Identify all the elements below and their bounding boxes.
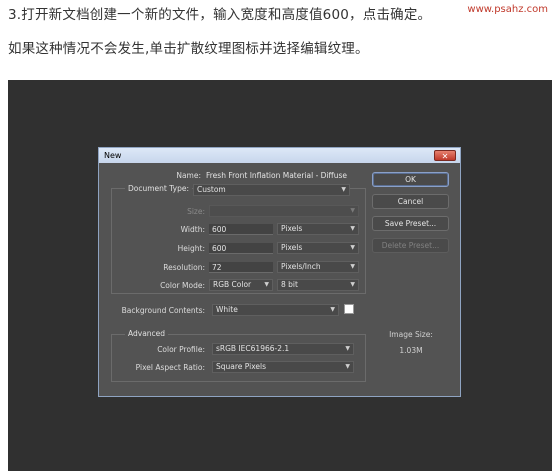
new-document-dialog: New ✕ Name: Fresh Front Inflation Materi… — [98, 147, 461, 397]
close-icon: ✕ — [441, 152, 449, 161]
background-color-swatch[interactable] — [344, 304, 354, 314]
dialog-titlebar[interactable]: New ✕ — [99, 148, 460, 163]
caption-line-1: 3.打开新文档创建一个新的文件，输入宽度和高度值600，点击确定。 — [8, 7, 432, 23]
chevron-down-icon: ▼ — [345, 345, 350, 352]
chevron-down-icon: ▼ — [350, 207, 355, 214]
image-size-label: Image Size: — [389, 330, 433, 339]
chevron-down-icon: ▼ — [350, 225, 355, 232]
chevron-down-icon: ▼ — [350, 281, 355, 288]
height-label: Height: — [177, 244, 205, 253]
color-profile-value: sRGB IEC61966-2.1 — [216, 344, 290, 353]
resolution-input[interactable]: 72 — [209, 262, 273, 273]
chevron-down-icon: ▼ — [345, 363, 350, 370]
background-contents-select[interactable]: White ▼ — [212, 304, 339, 316]
height-unit-select[interactable]: Pixels ▼ — [277, 242, 359, 254]
color-mode-select[interactable]: RGB Color ▼ — [209, 279, 273, 291]
image-size-value: 1.03M — [399, 346, 423, 355]
pixel-aspect-ratio-select[interactable]: Square Pixels ▼ — [212, 361, 354, 373]
chevron-down-icon: ▼ — [350, 263, 355, 270]
width-label: Width: — [180, 225, 205, 234]
width-input[interactable]: 600 — [209, 224, 273, 235]
ok-button[interactable]: OK — [372, 172, 449, 187]
caption-line-2: 如果这种情况不会发生,单击扩散纹理图标并选择编辑纹理。 — [8, 41, 369, 57]
cancel-button[interactable]: Cancel — [372, 194, 449, 209]
color-profile-label: Color Profile: — [157, 345, 205, 354]
chevron-down-icon: ▼ — [341, 186, 346, 193]
resolution-unit-value: Pixels/Inch — [281, 262, 321, 271]
advanced-group — [111, 334, 366, 382]
advanced-legend: Advanced — [125, 329, 169, 338]
height-input[interactable]: 600 — [209, 243, 273, 254]
background-contents-label: Background Contents: — [121, 306, 205, 315]
bit-depth-value: 8 bit — [281, 280, 298, 289]
save-preset-button[interactable]: Save Preset... — [372, 216, 449, 231]
delete-preset-button: Delete Preset... — [372, 238, 449, 253]
chevron-down-icon: ▼ — [264, 281, 269, 288]
document-type-select[interactable]: Custom ▼ — [193, 184, 350, 196]
color-mode-label: Color Mode: — [160, 281, 205, 290]
resolution-label: Resolution: — [163, 263, 205, 272]
resolution-unit-select[interactable]: Pixels/Inch ▼ — [277, 261, 359, 273]
color-profile-select[interactable]: sRGB IEC61966-2.1 ▼ — [212, 343, 354, 355]
watermark: www.psahz.com — [465, 4, 550, 15]
chevron-down-icon: ▼ — [350, 244, 355, 251]
width-unit-value: Pixels — [281, 224, 303, 233]
name-field[interactable]: Fresh Front Inflation Material - Diffuse — [206, 171, 347, 180]
document-type-label: Document Type: — [125, 184, 192, 193]
document-type-value: Custom — [197, 185, 226, 194]
dialog-title: New — [104, 151, 122, 160]
background-contents-value: White — [216, 305, 238, 314]
pixel-aspect-ratio-value: Square Pixels — [216, 362, 267, 371]
pixel-aspect-ratio-label: Pixel Aspect Ratio: — [135, 363, 205, 372]
bit-depth-select[interactable]: 8 bit ▼ — [277, 279, 359, 291]
color-mode-value: RGB Color — [213, 280, 252, 289]
close-button[interactable]: ✕ — [434, 150, 456, 161]
size-select[interactable]: ▼ — [209, 205, 359, 217]
chevron-down-icon: ▼ — [330, 306, 335, 313]
width-unit-select[interactable]: Pixels ▼ — [277, 223, 359, 235]
height-unit-value: Pixels — [281, 243, 303, 252]
size-label: Size: — [187, 207, 205, 216]
name-label: Name: — [176, 171, 201, 180]
